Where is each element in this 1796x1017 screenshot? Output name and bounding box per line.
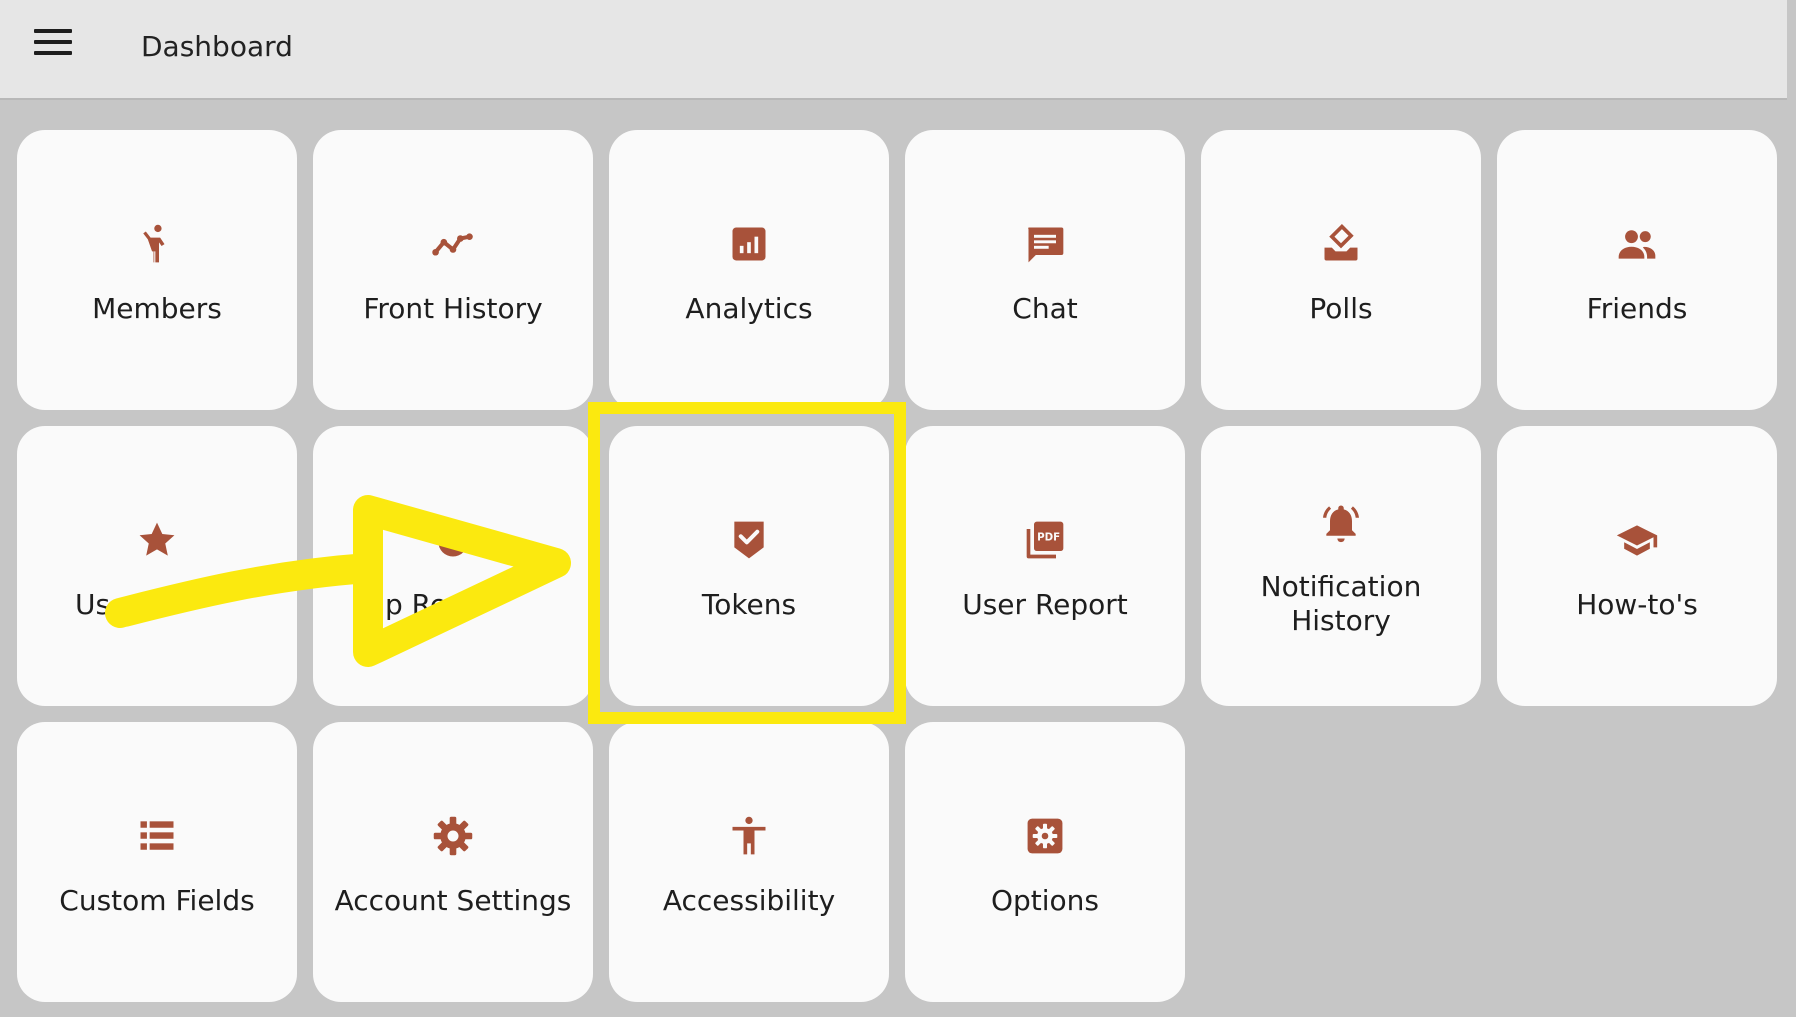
svg-text:PDF: PDF xyxy=(1037,531,1060,543)
tile-label: Account Settings xyxy=(334,884,572,917)
star-icon xyxy=(135,518,179,562)
graduation-cap-icon xyxy=(1615,518,1659,562)
tile-label: Chat xyxy=(1012,292,1078,325)
bell-ringing-icon xyxy=(1319,500,1363,544)
tile-label: Accessibility xyxy=(662,884,836,917)
tile-analytics[interactable]: Analytics xyxy=(609,130,889,410)
gear-icon xyxy=(431,814,475,858)
app-bar: Dashboard xyxy=(0,0,1787,100)
tile-label: Friends xyxy=(1586,292,1688,325)
tile-label: Us xyxy=(75,588,111,621)
tile-label: Options xyxy=(990,884,1100,917)
tile-accessibility[interactable]: Accessibility xyxy=(609,722,889,1002)
page-title: Dashboard xyxy=(141,30,293,63)
ballot-box-icon xyxy=(1319,222,1363,266)
tile-front-history[interactable]: Front History xyxy=(313,130,593,410)
line-chart-icon xyxy=(431,222,475,266)
accessibility-icon xyxy=(727,814,771,858)
list-icon xyxy=(135,814,179,858)
pdf-icon: PDF xyxy=(1023,518,1067,562)
reminder-icon xyxy=(431,518,475,562)
tile-label: How-to's xyxy=(1576,588,1698,621)
settings-box-icon xyxy=(1023,814,1067,858)
tile-polls[interactable]: Polls xyxy=(1201,130,1481,410)
tile-account-settings[interactable]: Account Settings xyxy=(313,722,593,1002)
menu-button[interactable] xyxy=(30,29,76,63)
analytics-icon xyxy=(727,222,771,266)
tile-how-tos[interactable]: How-to's xyxy=(1497,426,1777,706)
tile-label: p Re xyxy=(385,588,448,621)
tile-user-report[interactable]: PDF User Report xyxy=(905,426,1185,706)
chat-icon xyxy=(1023,222,1067,266)
tile-label: Front History xyxy=(363,292,543,325)
tile-label: Members xyxy=(92,292,222,325)
tile-members[interactable]: Members xyxy=(17,130,297,410)
menu-icon xyxy=(34,29,72,33)
tile-label: Notification History xyxy=(1260,570,1422,637)
menu-icon-bar xyxy=(34,40,72,44)
tile-user-stars[interactable]: Us xyxy=(17,426,297,706)
tile-chat[interactable]: Chat xyxy=(905,130,1185,410)
tile-options[interactable]: Options xyxy=(905,722,1185,1002)
tile-label: Tokens xyxy=(701,588,797,621)
tile-label: Custom Fields xyxy=(59,884,255,917)
menu-icon-bar xyxy=(34,51,72,55)
tile-notification-history[interactable]: Notification History xyxy=(1201,426,1481,706)
tile-custom-fields[interactable]: Custom Fields xyxy=(17,722,297,1002)
tile-friends[interactable]: Friends xyxy=(1497,130,1777,410)
tile-label: User Report xyxy=(962,588,1128,621)
tile-reminders[interactable]: p Re xyxy=(313,426,593,706)
people-icon xyxy=(1615,222,1659,266)
shield-check-icon xyxy=(727,518,771,562)
tile-label: Polls xyxy=(1309,292,1373,325)
person-raising-hand-icon xyxy=(135,222,179,266)
tile-label: Analytics xyxy=(685,292,813,325)
tile-tokens[interactable]: Tokens xyxy=(609,426,889,706)
